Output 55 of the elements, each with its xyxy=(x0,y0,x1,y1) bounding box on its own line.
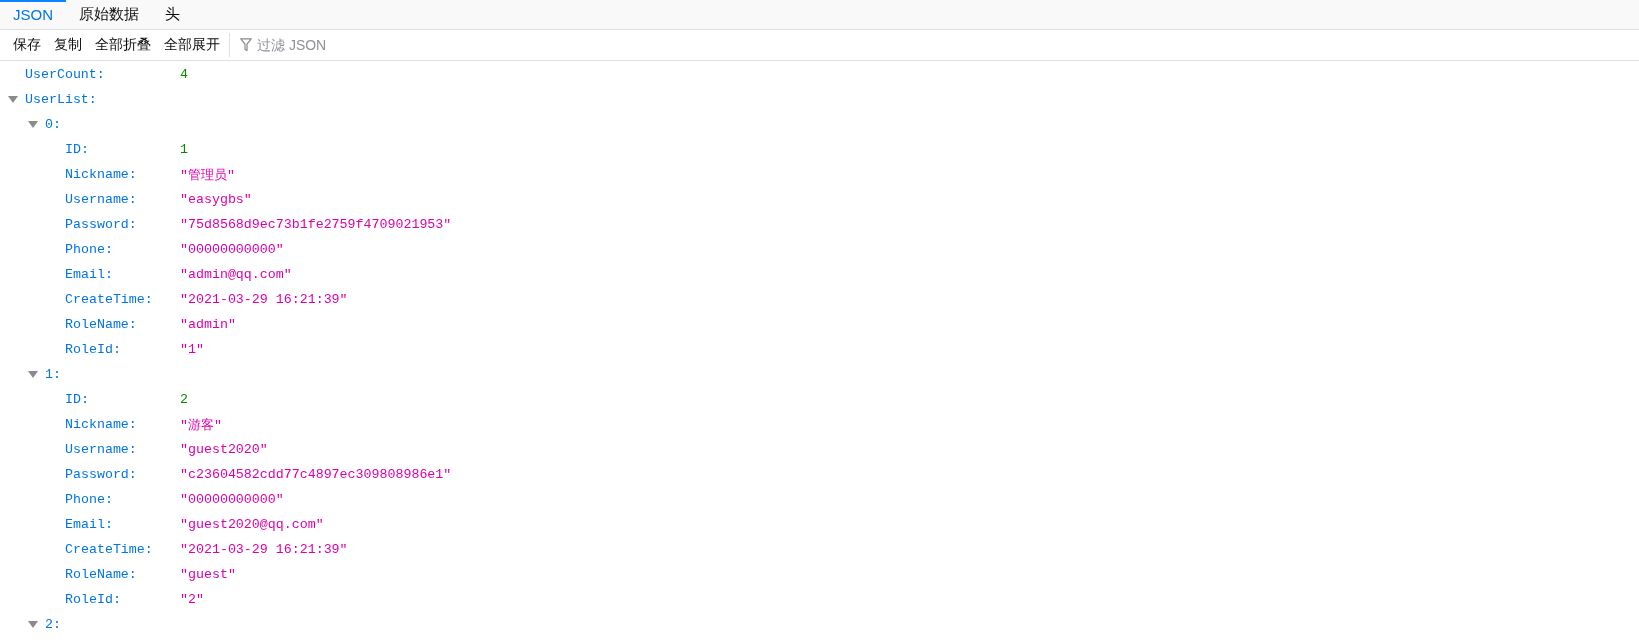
toolbar-button[interactable]: 全部展开 xyxy=(158,33,226,57)
json-key[interactable]: UserList: xyxy=(25,92,97,107)
json-key[interactable]: 1: xyxy=(45,367,61,382)
json-key: Username: xyxy=(65,192,137,207)
tab[interactable]: 头 xyxy=(152,0,193,29)
json-key: Email: xyxy=(65,517,113,532)
expand-toggle-icon[interactable] xyxy=(8,96,18,103)
json-key: UserCount: xyxy=(25,67,105,82)
json-key: Nickname: xyxy=(65,417,137,432)
json-key: RoleId: xyxy=(65,592,121,607)
json-key: ID: xyxy=(65,142,89,157)
expand-toggle-icon[interactable] xyxy=(28,621,38,628)
json-value: "2" xyxy=(180,592,204,607)
json-key: Password: xyxy=(65,467,137,482)
json-key: Phone: xyxy=(65,492,113,507)
json-value: "guest" xyxy=(180,567,236,582)
json-value: "guest2020" xyxy=(180,442,268,457)
json-key: Nickname: xyxy=(65,167,137,182)
json-value: "2021-03-29 16:21:39" xyxy=(180,292,348,307)
json-value: "00000000000" xyxy=(180,242,284,257)
json-value: "00000000000" xyxy=(180,492,284,507)
toolbar-button[interactable]: 全部折叠 xyxy=(89,33,157,57)
json-key: Password: xyxy=(65,217,137,232)
filter-field[interactable]: 过滤 JSON xyxy=(257,37,557,53)
json-value: "c23604582cdd77c4897ec309808986e1" xyxy=(180,467,452,482)
tab[interactable]: JSON xyxy=(0,0,66,29)
json-key: RoleName: xyxy=(65,567,137,582)
json-key: CreateTime: xyxy=(65,542,153,557)
json-value: "75d8568d9ec73b1fe2759f4709021953" xyxy=(180,217,452,232)
json-key: Phone: xyxy=(65,242,113,257)
json-value: "管理员" xyxy=(180,166,235,184)
json-value: "1" xyxy=(180,342,204,357)
json-key: RoleName: xyxy=(65,317,137,332)
json-key[interactable]: 2: xyxy=(45,617,61,632)
json-value: "easygbs" xyxy=(180,192,252,207)
json-value: 4 xyxy=(180,67,188,82)
expand-toggle-icon[interactable] xyxy=(28,121,38,128)
toolbar-button[interactable]: 保存 xyxy=(7,33,47,57)
expand-toggle-icon[interactable] xyxy=(28,371,38,378)
toolbar-button[interactable]: 复制 xyxy=(48,33,88,57)
json-key: CreateTime: xyxy=(65,292,153,307)
tab[interactable]: 原始数据 xyxy=(66,0,152,29)
json-value: "2021-03-29 16:21:39" xyxy=(180,542,348,557)
json-value: 1 xyxy=(180,142,188,157)
json-key: Username: xyxy=(65,442,137,457)
json-value: "admin@qq.com" xyxy=(180,267,292,282)
json-value: "guest2020@qq.com" xyxy=(180,517,324,532)
json-key[interactable]: 0: xyxy=(45,117,61,132)
json-key: Email: xyxy=(65,267,113,282)
json-key: RoleId: xyxy=(65,342,121,357)
json-value: "admin" xyxy=(180,317,236,332)
json-value: 2 xyxy=(180,392,188,407)
json-value: "游客" xyxy=(180,416,222,434)
json-key: ID: xyxy=(65,392,89,407)
filter-icon xyxy=(240,38,252,52)
